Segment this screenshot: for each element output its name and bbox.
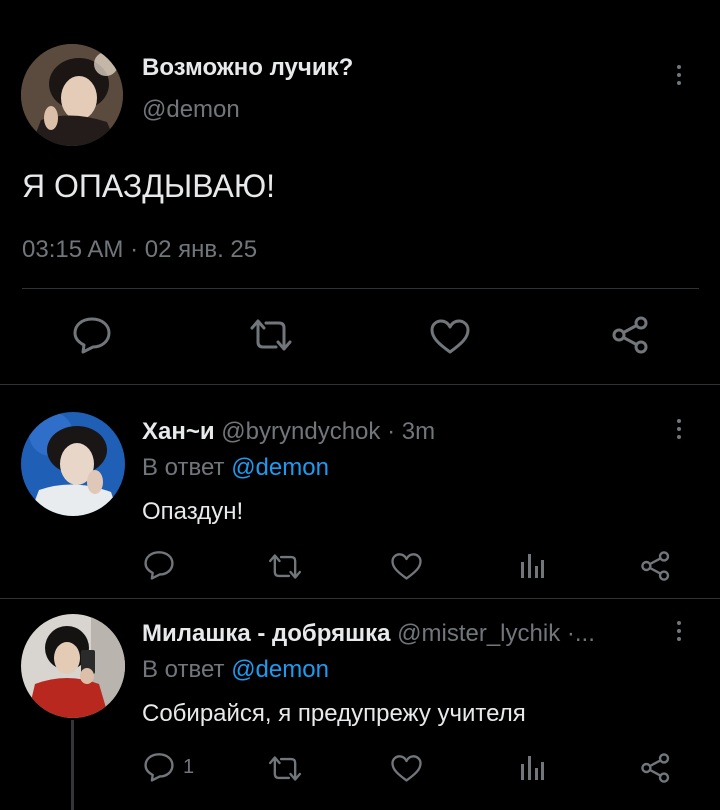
reply-2-mention[interactable]: @demon: [231, 656, 329, 683]
reply-2-time[interactable]: ·...: [567, 620, 595, 647]
avatar-reply-2[interactable]: [21, 614, 125, 718]
divider-reply-1: [0, 598, 720, 599]
like-icon: [391, 553, 422, 580]
main-handle[interactable]: @demon: [142, 96, 240, 124]
reply-2-display-name[interactable]: Милашка - добряшка: [142, 620, 390, 647]
reply-2-context: В ответ @demon: [142, 656, 329, 684]
main-retweet-button[interactable]: [248, 318, 294, 352]
reply-2-share-button[interactable]: [640, 752, 672, 784]
reply-2-reply-button[interactable]: 1: [143, 752, 194, 782]
reply-1-text: Опаздун!: [142, 498, 244, 525]
more-icon[interactable]: [674, 621, 684, 641]
reply-2-reply-prefix: В ответ: [142, 656, 225, 683]
retweet-icon: [250, 319, 292, 351]
reply-2-header: Милашка - добряшка @mister_lychik ·...: [142, 620, 662, 648]
reply-1-share-button[interactable]: [640, 550, 672, 582]
main-like-button[interactable]: [429, 318, 471, 354]
main-reply-button[interactable]: [72, 316, 112, 354]
reply-icon: [73, 317, 111, 354]
reply-1-views-button[interactable]: [519, 552, 545, 580]
main-share-button[interactable]: [611, 315, 651, 355]
views-icon: [521, 756, 544, 780]
reply-2-like-button[interactable]: [390, 754, 423, 782]
like-icon: [391, 755, 422, 782]
reply-1-handle[interactable]: @byryndychok: [221, 418, 380, 445]
reply-1-context: В ответ @demon: [142, 454, 329, 482]
reply-1-reply-button[interactable]: [143, 550, 175, 580]
reply-2-text: Собирайся, я предупрежу учителя: [142, 700, 526, 727]
share-icon: [641, 551, 670, 581]
avatar-reply-1[interactable]: [21, 412, 125, 516]
reply-2-handle[interactable]: @mister_lychik: [397, 620, 560, 647]
reply-icon: [144, 551, 174, 580]
reply-1-display-name[interactable]: Хан~и: [142, 418, 215, 445]
views-icon: [521, 554, 544, 578]
reply-1-header: Хан~и @byryndychok · 3m: [142, 418, 435, 446]
retweet-icon: [268, 554, 302, 579]
more-icon[interactable]: [674, 419, 684, 439]
reply-2-views-button[interactable]: [519, 754, 545, 782]
reply-1-mention[interactable]: @demon: [231, 454, 329, 481]
main-tweet-text: Я ОПАЗДЫВАЮ!: [22, 168, 276, 204]
like-icon: [430, 319, 470, 354]
reply-2-reply-count: 1: [183, 755, 195, 778]
reply-1-retweet-button[interactable]: [267, 553, 303, 580]
reply-1-time[interactable]: · 3m: [387, 418, 435, 445]
divider-stats: [22, 288, 699, 289]
reply-1-like-button[interactable]: [390, 552, 423, 580]
more-icon[interactable]: [674, 65, 684, 85]
reply-icon: [144, 753, 174, 782]
reply-1-reply-prefix: В ответ: [142, 454, 225, 481]
main-display-name[interactable]: Возможно лучик?: [142, 54, 353, 82]
main-timestamp[interactable]: 03:15 AM · 02 янв. 25: [22, 236, 257, 264]
thread-line: [71, 720, 74, 810]
reply-2-retweet-button[interactable]: [267, 755, 303, 782]
share-icon: [612, 316, 648, 354]
avatar-main[interactable]: [21, 44, 123, 146]
share-icon: [641, 753, 670, 783]
divider-main: [0, 384, 720, 385]
retweet-icon: [268, 756, 302, 781]
